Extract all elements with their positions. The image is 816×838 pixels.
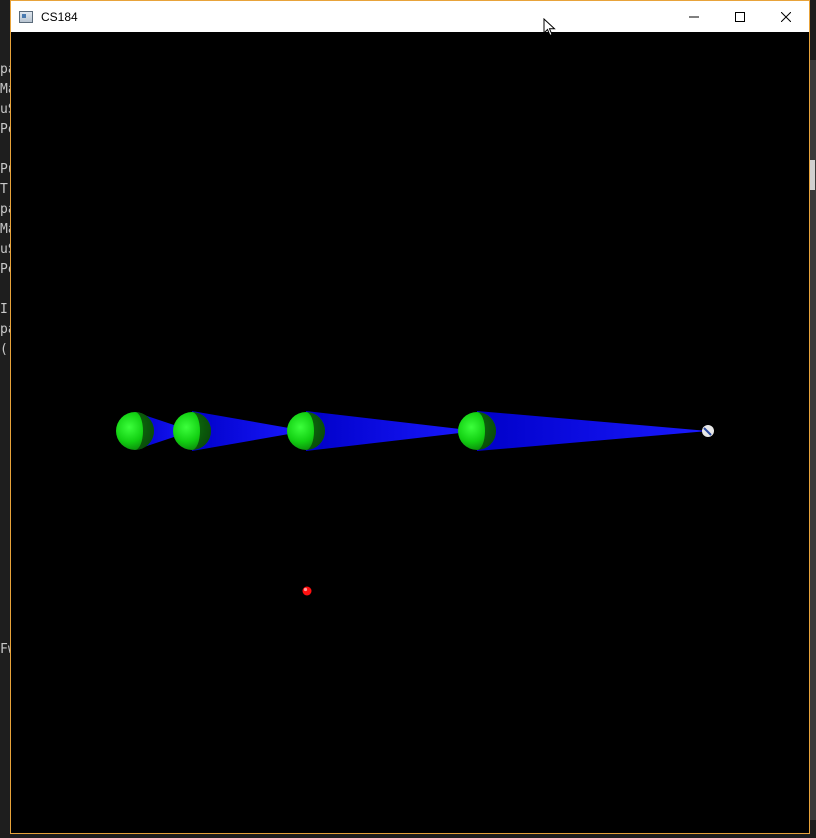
end-effector-sphere: [702, 425, 714, 437]
close-button[interactable]: [763, 1, 809, 32]
maximize-button[interactable]: [717, 1, 763, 32]
joint-sphere-2: [173, 412, 211, 450]
bone-cone-3: [306, 411, 477, 451]
maximize-icon: [735, 11, 745, 22]
joint-sphere-1: [116, 412, 154, 450]
minimize-icon: [689, 16, 699, 17]
bone-cone-4: [477, 411, 708, 451]
window-title: CS184: [41, 9, 78, 24]
render-canvas[interactable]: [11, 32, 809, 833]
minimize-button[interactable]: [671, 1, 717, 32]
joint-sphere-3: [287, 412, 325, 450]
scene-svg: [116, 411, 714, 596]
caption-buttons: [671, 1, 809, 32]
window-titlebar[interactable]: CS184: [11, 1, 809, 32]
mouse-pointer-icon: [543, 18, 556, 37]
joint-sphere-4: [458, 412, 496, 450]
close-icon: [781, 11, 791, 22]
app-window-icon: [19, 10, 33, 23]
ik-target-sphere[interactable]: [302, 586, 312, 596]
app-window: CS184: [10, 0, 810, 834]
